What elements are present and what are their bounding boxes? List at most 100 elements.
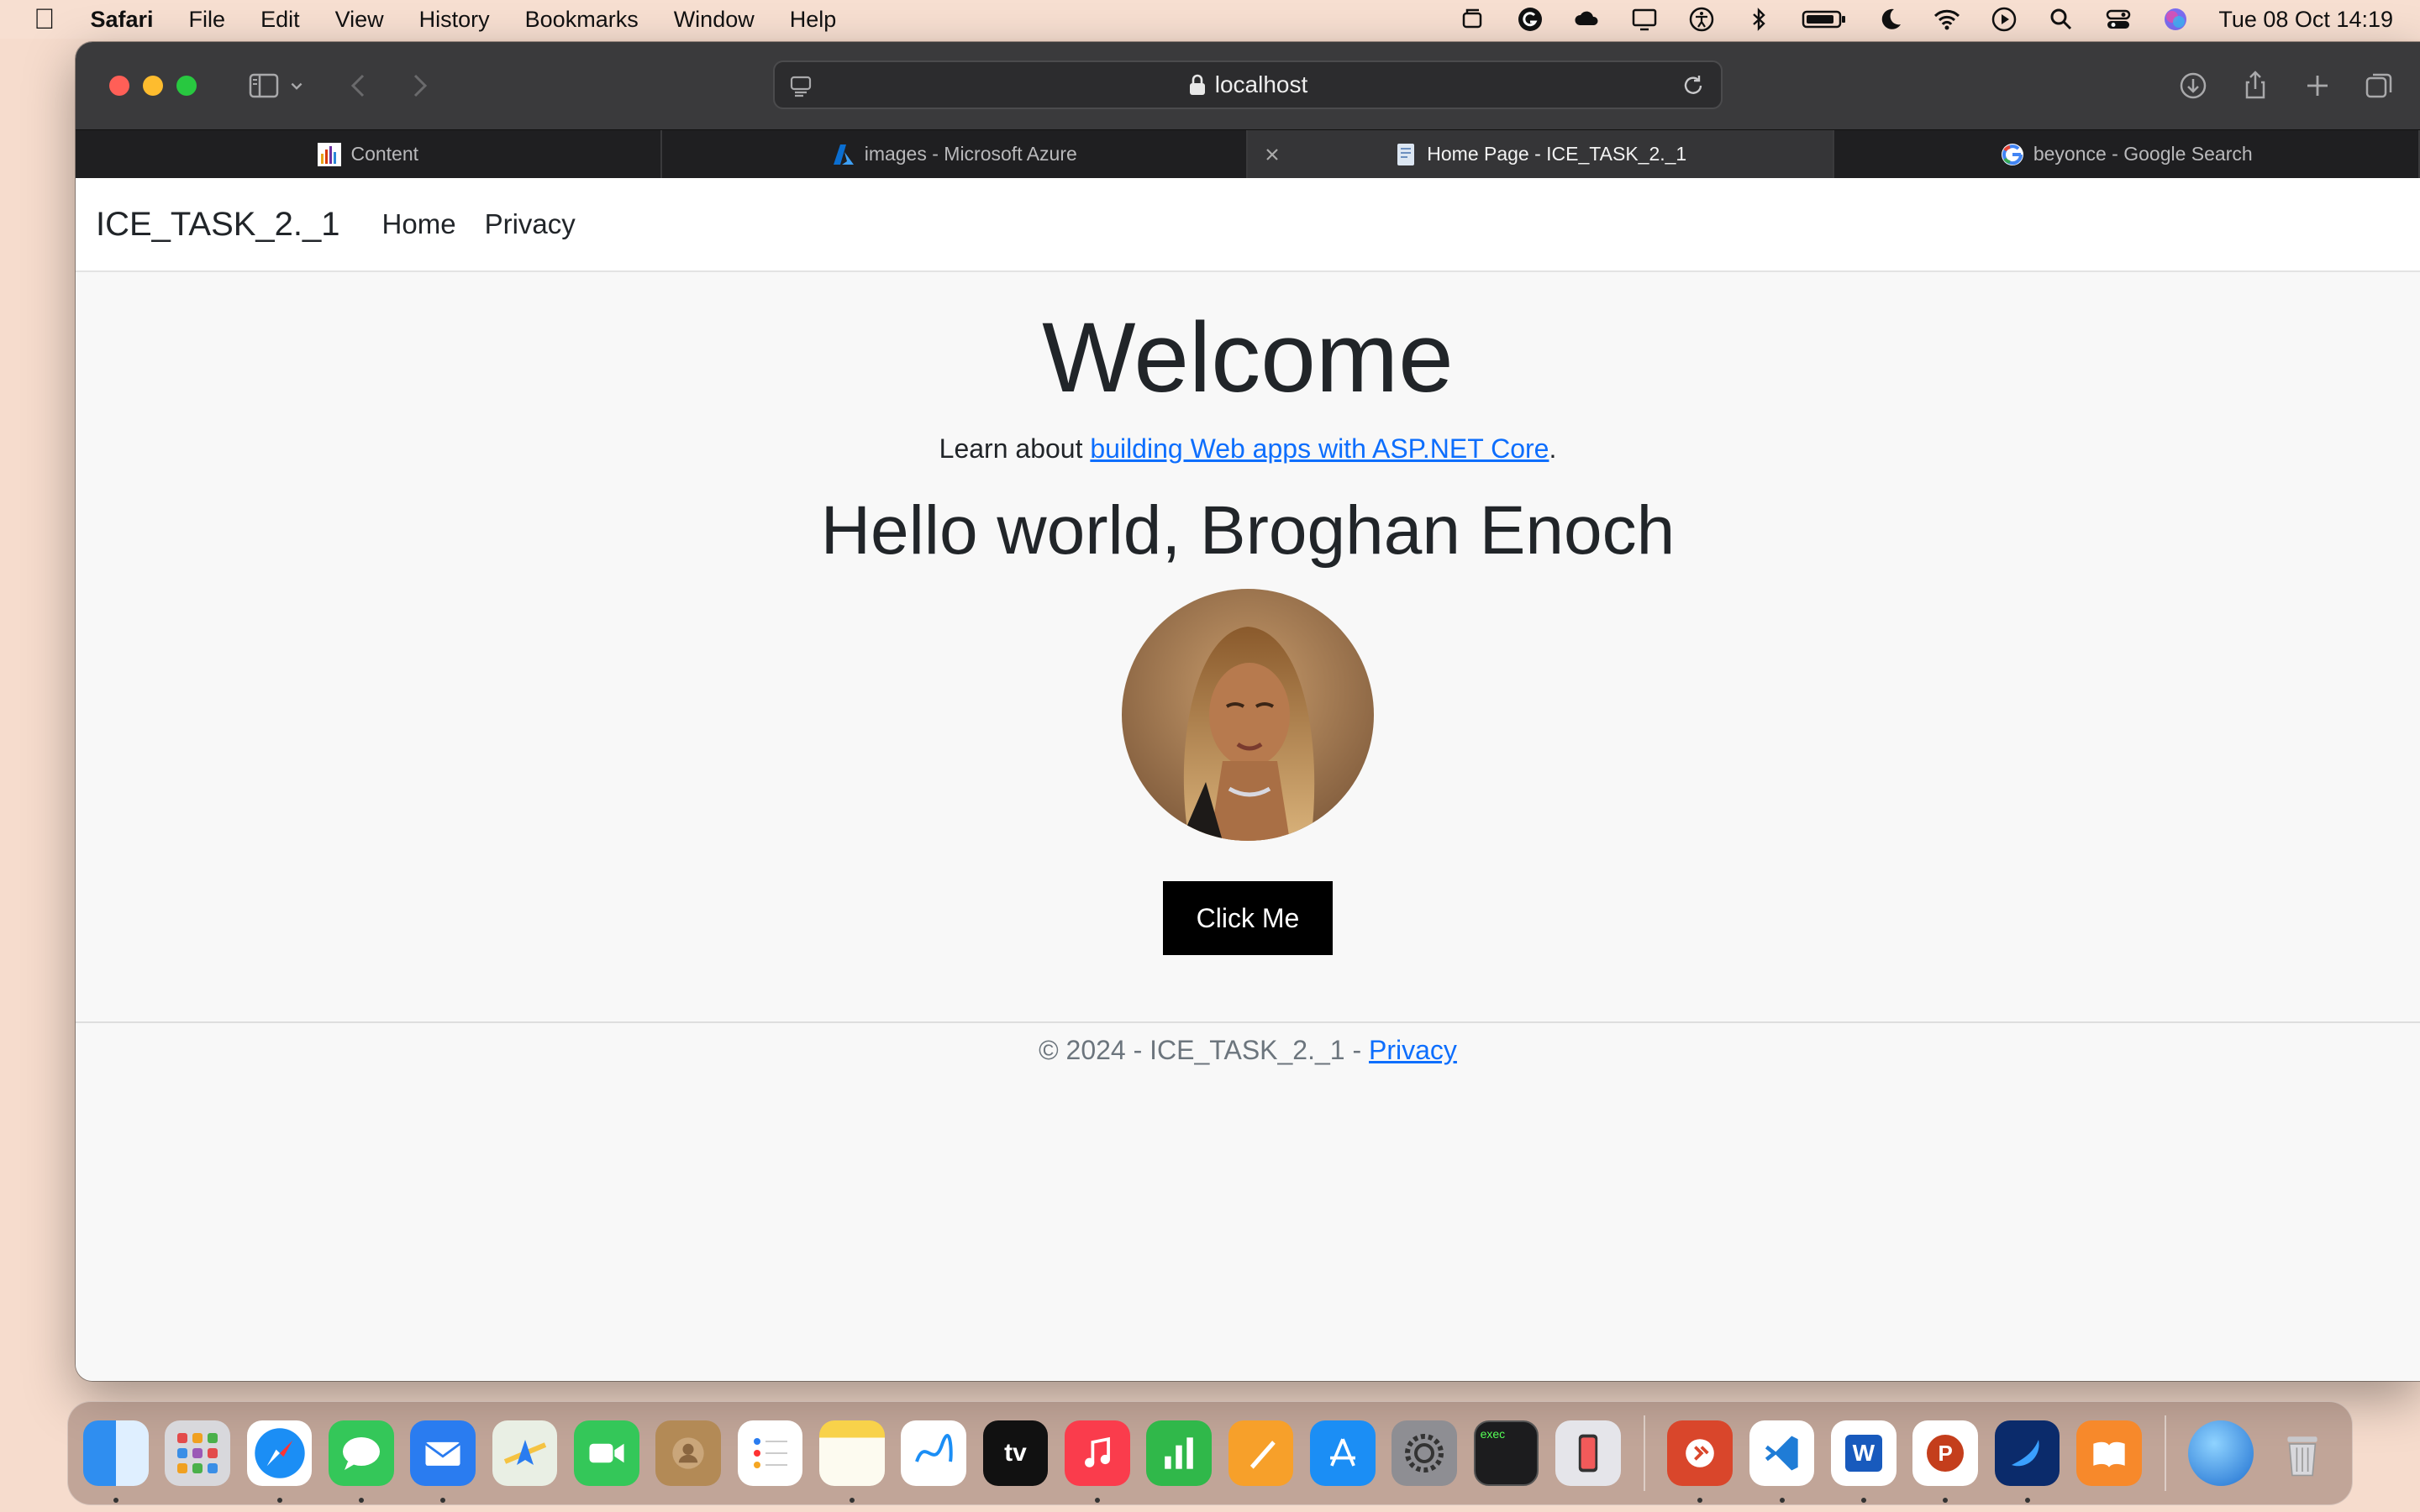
minimize-window-button[interactable] (143, 76, 163, 96)
freeform-icon[interactable] (901, 1420, 967, 1486)
new-tab-icon[interactable] (2297, 66, 2338, 106)
page-menu-icon[interactable] (788, 73, 813, 98)
click-me-button[interactable]: Click Me (1163, 881, 1333, 956)
dock-separator (2165, 1415, 2167, 1491)
close-window-button[interactable] (109, 76, 129, 96)
app-store-icon[interactable] (1309, 1420, 1376, 1486)
menubar-clock[interactable]: Tue 08 Oct 14:19 (2218, 7, 2393, 33)
main-content: Welcome Learn about building Web apps wi… (76, 302, 2420, 956)
contacts-icon[interactable] (655, 1420, 722, 1486)
system-settings-icon[interactable] (1392, 1420, 1458, 1486)
menu-view[interactable]: View (335, 7, 384, 33)
nav-home-link[interactable]: Home (382, 208, 456, 240)
launchpad-icon[interactable] (165, 1420, 231, 1486)
messages-icon[interactable] (328, 1420, 394, 1503)
tab-overview-icon[interactable] (2360, 66, 2400, 106)
mail-icon[interactable] (410, 1420, 476, 1503)
tab-label: beyonce - Google Search (2033, 143, 2253, 165)
menu-help[interactable]: Help (790, 7, 837, 33)
address-bar[interactable]: localhost (773, 60, 1723, 109)
site-brand-link[interactable]: ICE_TASK_2._1 (96, 206, 340, 244)
toolbar-right-group (2151, 66, 2400, 106)
spotlight-search-icon[interactable] (2047, 5, 2075, 34)
wifi-icon[interactable] (1933, 5, 1961, 34)
facetime-icon[interactable] (573, 1420, 639, 1486)
grammarly-icon[interactable] (1516, 5, 1544, 34)
focus-moon-icon[interactable] (1876, 5, 1904, 34)
now-playing-icon[interactable] (1990, 5, 2018, 34)
google-logo-icon (2001, 143, 2023, 165)
control-center-icon[interactable] (2104, 5, 2133, 34)
profile-photo (1122, 589, 1374, 842)
forward-icon[interactable] (398, 66, 439, 106)
downloads-icon[interactable] (2173, 66, 2213, 106)
azure-logo-icon (833, 144, 854, 165)
terminal-label: exec (1480, 1427, 1506, 1441)
tab-content[interactable]: Content (76, 130, 662, 178)
battery-icon[interactable] (1802, 5, 1847, 34)
macos-menubar:  Safari File Edit View History Bookmark… (0, 0, 2420, 39)
terminal-icon[interactable]: exec (1473, 1420, 1539, 1486)
stage-manager-icon[interactable] (1459, 5, 1487, 34)
zoom-window-button[interactable] (176, 76, 197, 96)
site-footer: © 2024 - ICE_TASK_2._1 - Privacy (76, 1021, 2420, 1066)
window-controls (109, 76, 210, 96)
menu-window[interactable]: Window (674, 7, 755, 33)
nav-privacy-link[interactable]: Privacy (485, 208, 576, 240)
cloud-icon[interactable] (1573, 5, 1602, 34)
browser-toolbar: localhost (76, 42, 2420, 129)
notes-icon[interactable] (818, 1420, 885, 1503)
aspnet-docs-link[interactable]: building Web apps with ASP.NET Core (1090, 433, 1549, 464)
document-favicon-icon (1397, 143, 1415, 165)
maps-icon[interactable] (492, 1420, 558, 1486)
footer-privacy-link[interactable]: Privacy (1369, 1035, 1457, 1065)
close-tab-icon[interactable] (1261, 144, 1283, 165)
trash-icon[interactable] (2270, 1420, 2336, 1486)
display-icon[interactable] (1630, 5, 1659, 34)
sidebar-toggle-icon[interactable] (244, 66, 284, 106)
remote-desktop-icon[interactable] (1667, 1420, 1733, 1503)
learn-suffix: . (1549, 433, 1557, 464)
tab-label: images - Microsoft Azure (864, 143, 1077, 165)
word-icon[interactable]: W (1830, 1420, 1897, 1503)
safari-icon[interactable] (246, 1420, 313, 1503)
tab-home-page[interactable]: Home Page - ICE_TASK_2._1 (1248, 130, 1834, 178)
tab-azure[interactable]: images - Microsoft Azure (662, 130, 1248, 178)
share-icon[interactable] (2235, 66, 2275, 106)
reminders-icon[interactable] (737, 1420, 803, 1486)
swift-icon[interactable] (1994, 1420, 2060, 1503)
menu-app-name[interactable]: Safari (91, 7, 154, 33)
powerpoint-icon[interactable]: P (1912, 1420, 1979, 1503)
bluetooth-icon[interactable] (1744, 5, 1773, 34)
menu-history[interactable]: History (419, 7, 490, 33)
globe-icon[interactable] (2188, 1420, 2254, 1486)
finder-icon[interactable] (83, 1420, 149, 1503)
macos-dock: tv exec W P (67, 1401, 2353, 1505)
tv-icon[interactable]: tv (982, 1420, 1049, 1486)
menu-file[interactable]: File (189, 7, 226, 33)
siri-icon[interactable] (2161, 5, 2190, 34)
chart-favicon-icon (318, 142, 342, 166)
menu-bookmarks[interactable]: Bookmarks (525, 7, 639, 33)
vscode-icon[interactable] (1749, 1420, 1815, 1503)
reload-icon[interactable] (1681, 73, 1706, 98)
tv-label: tv (1004, 1439, 1027, 1467)
learn-prefix: Learn about (939, 433, 1091, 464)
music-icon[interactable] (1064, 1420, 1130, 1503)
menu-edit[interactable]: Edit (260, 7, 300, 33)
powerpoint-label: P (1927, 1435, 1965, 1472)
tab-label: Content (350, 143, 419, 165)
numbers-icon[interactable] (1146, 1420, 1213, 1486)
hello-heading: Hello world, Broghan Enoch (820, 491, 1676, 569)
pages-icon[interactable] (1228, 1420, 1294, 1486)
iphone-mirroring-icon[interactable] (1555, 1420, 1621, 1486)
site-navbar: ICE_TASK_2._1 Home Privacy (76, 178, 2420, 272)
accessibility-icon[interactable] (1687, 5, 1716, 34)
page-title: Welcome (1042, 302, 1454, 413)
tab-google-search[interactable]: beyonce - Google Search (1834, 130, 2420, 178)
apple-menu-icon[interactable]:  (34, 5, 55, 34)
back-icon[interactable] (339, 66, 380, 106)
address-text: localhost (1214, 71, 1308, 97)
chevron-down-icon[interactable] (284, 66, 309, 106)
books-icon[interactable] (2075, 1420, 2142, 1486)
